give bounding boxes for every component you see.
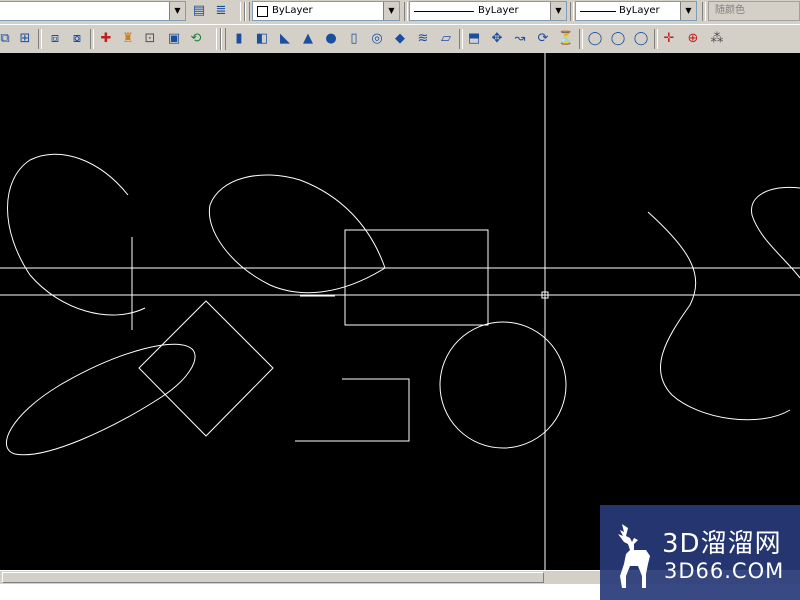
spline-right-edge bbox=[751, 186, 800, 279]
linetype-combo-value: ByLayer bbox=[478, 5, 519, 16]
ucs-icon[interactable]: ✚ bbox=[97, 30, 115, 48]
separator bbox=[459, 29, 463, 49]
box-icon[interactable]: ◧ bbox=[253, 30, 271, 48]
polysolid-icon[interactable]: ▮ bbox=[230, 30, 248, 48]
ellipse-center bbox=[208, 174, 386, 294]
rectangle bbox=[344, 229, 489, 326]
3d-move-icon[interactable]: ✛ bbox=[660, 30, 678, 48]
layer-combo[interactable]: ▼ bbox=[0, 1, 186, 21]
revolve-icon[interactable]: ⟳ bbox=[534, 30, 552, 48]
separator bbox=[579, 29, 583, 49]
sweep-icon[interactable]: ↝ bbox=[511, 30, 529, 48]
drawing-area[interactable] bbox=[0, 53, 800, 570]
toolbar-grip[interactable] bbox=[221, 28, 226, 50]
ellipse-lower-left bbox=[5, 343, 196, 456]
intersect-icon[interactable]: ◯ bbox=[632, 30, 650, 48]
pyramid-icon[interactable]: ◆ bbox=[391, 30, 409, 48]
chevron-down-icon[interactable]: ▼ bbox=[169, 2, 185, 20]
rotated-square bbox=[138, 300, 274, 437]
sphere-icon[interactable]: ● bbox=[322, 30, 340, 48]
watermark-brand-cn: 3D溜溜网 bbox=[662, 529, 782, 559]
chevron-down-icon[interactable]: ▼ bbox=[680, 2, 696, 20]
icon-toolbar-row: ⧉ ⊞ ⧈ ⧇ ✚ ♜ ⊡ ▣ ⟲ ▮ ◧ ◣ ▲ ● ▯ ◎ ◆ ≋ ▱ ⬒ … bbox=[0, 24, 800, 55]
color-combo[interactable]: ByLayer ▼ bbox=[252, 1, 400, 21]
separator bbox=[38, 29, 42, 49]
extrude-icon[interactable]: ⬒ bbox=[465, 30, 483, 48]
render-icon[interactable]: ⊡ bbox=[141, 30, 159, 48]
wedge-icon[interactable]: ◣ bbox=[276, 30, 294, 48]
layer-previous-icon[interactable]: ≣ bbox=[212, 2, 230, 20]
lineweight-sample bbox=[580, 11, 616, 12]
plotstyle-combo: 随颜色 bbox=[708, 1, 800, 21]
make-current-layer-icon[interactable]: ▤ bbox=[190, 2, 208, 20]
lineweight-combo-value: ByLayer bbox=[619, 5, 660, 16]
box-wire-icon[interactable]: ▣ bbox=[165, 30, 183, 48]
lineweight-combo[interactable]: ByLayer ▼ bbox=[575, 1, 697, 21]
chevron-down-icon[interactable]: ▼ bbox=[383, 2, 399, 20]
3d-rotate-icon[interactable]: ⊕ bbox=[684, 30, 702, 48]
properties-toolbar: ▼ ▤ ≣ ByLayer ▼ ByLayer ▼ ByLayer ▼ 随颜色 bbox=[0, 0, 800, 25]
union-icon[interactable]: ◯ bbox=[586, 30, 604, 48]
view-icon[interactable]: ⧉ bbox=[0, 30, 14, 48]
named-views-icon[interactable]: ♜ bbox=[119, 30, 137, 48]
circle bbox=[439, 321, 567, 449]
chevron-down-icon[interactable]: ▼ bbox=[550, 2, 566, 20]
linetype-combo[interactable]: ByLayer ▼ bbox=[409, 1, 567, 21]
rotate-icon[interactable]: ⟲ bbox=[187, 30, 205, 48]
loft-icon[interactable]: ⏳ bbox=[557, 30, 575, 48]
watermark: 3D溜溜网 3D66.COM bbox=[600, 505, 800, 600]
helix-icon[interactable]: ≋ bbox=[414, 30, 432, 48]
torus-icon[interactable]: ◎ bbox=[368, 30, 386, 48]
drawing-geometry bbox=[0, 53, 800, 570]
color-swatch bbox=[257, 6, 268, 17]
spline-left bbox=[7, 153, 146, 316]
3d-align-icon[interactable]: ⁂ bbox=[708, 30, 726, 48]
watermark-brand-url: 3D66.COM bbox=[664, 559, 785, 583]
separator bbox=[702, 2, 706, 21]
linetype-sample bbox=[414, 11, 474, 12]
separator bbox=[90, 29, 94, 49]
3d-orbit-icon[interactable]: ⧈ bbox=[46, 30, 64, 48]
cone-icon[interactable]: ▲ bbox=[299, 30, 317, 48]
scrollbar-thumb[interactable] bbox=[2, 572, 544, 583]
separator bbox=[654, 29, 658, 49]
deer-logo-icon bbox=[618, 524, 650, 588]
toolbar-grip[interactable] bbox=[245, 2, 250, 21]
color-combo-value: ByLayer bbox=[272, 5, 313, 16]
planar-surface-icon[interactable]: ▱ bbox=[437, 30, 455, 48]
separator bbox=[570, 2, 574, 21]
view-icon-2[interactable]: ⊞ bbox=[16, 30, 34, 48]
polyline-bracket bbox=[295, 378, 410, 442]
separator bbox=[404, 2, 408, 21]
plotstyle-combo-value: 随颜色 bbox=[715, 5, 745, 16]
cylinder-icon[interactable]: ▯ bbox=[345, 30, 363, 48]
subtract-icon[interactable]: ◯ bbox=[609, 30, 627, 48]
camera-icon[interactable]: ⧇ bbox=[68, 30, 86, 48]
presspull-icon[interactable]: ✥ bbox=[488, 30, 506, 48]
